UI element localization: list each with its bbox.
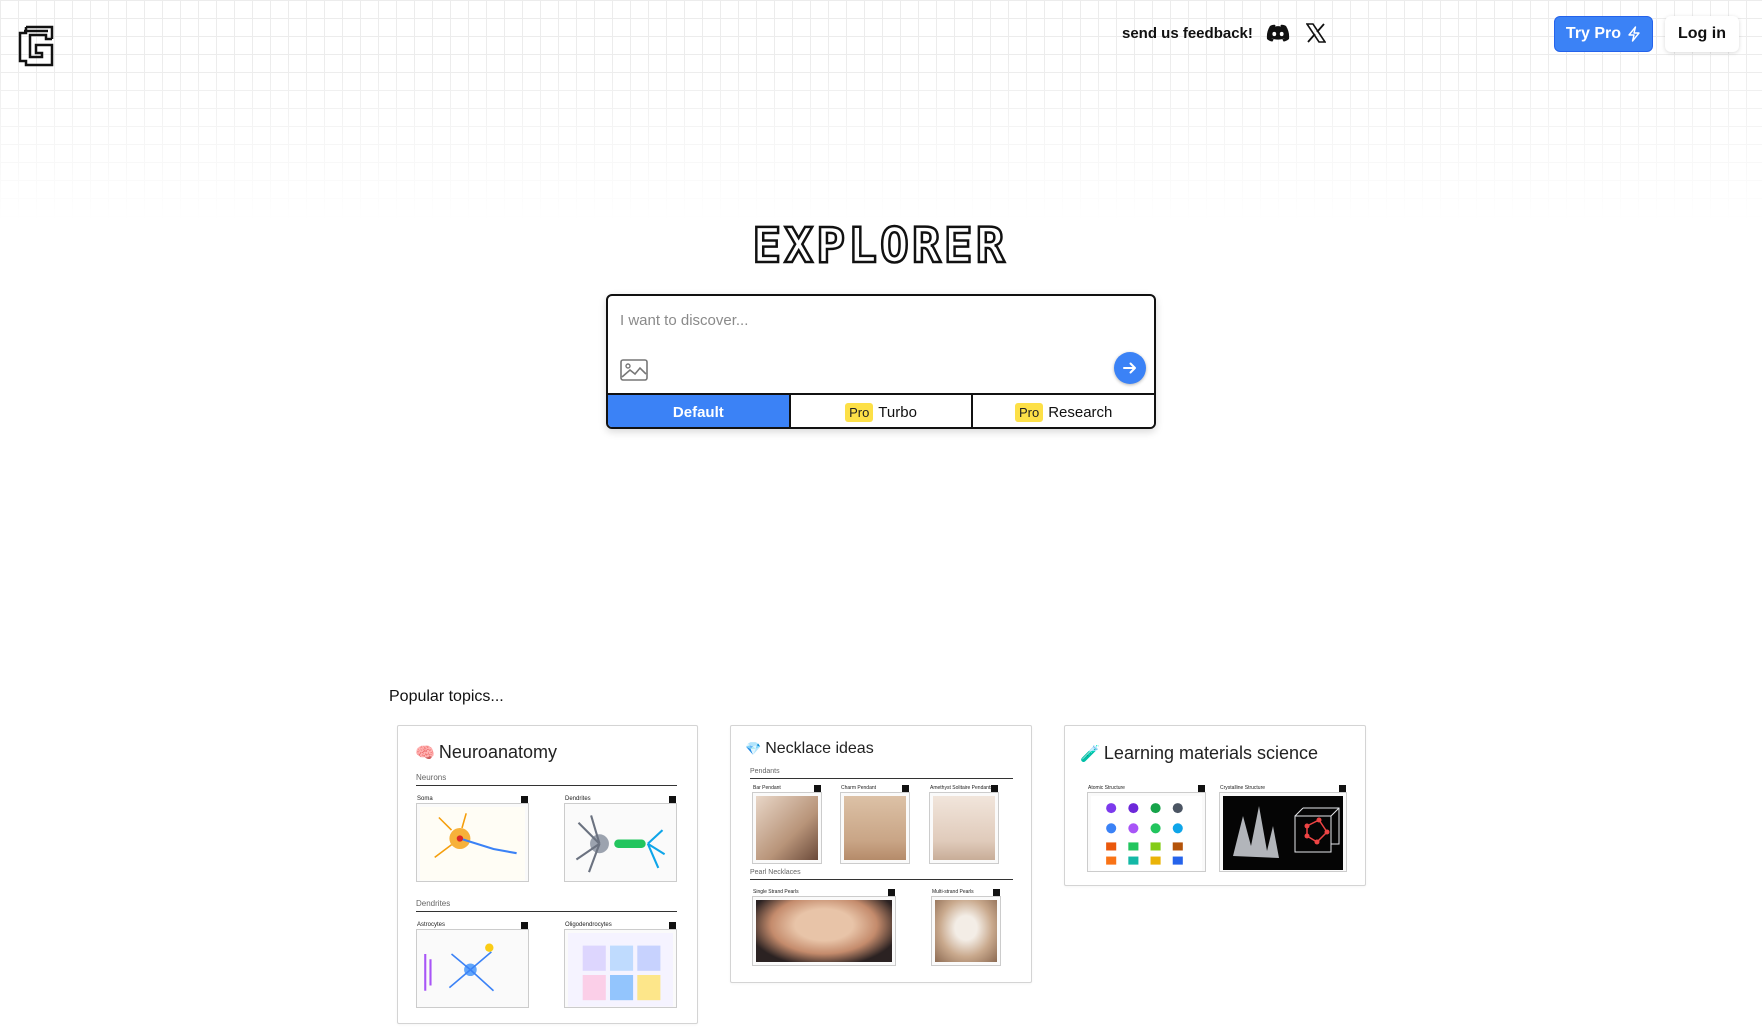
thumbnail: Amethyst Solitaire Pendants <box>929 785 999 864</box>
help-icon <box>1339 785 1346 792</box>
card-title: 🧪 Learning materials science <box>1080 743 1318 764</box>
arrow-right-icon <box>1123 362 1136 374</box>
thumbnail-label: Charm Pendant <box>841 785 877 791</box>
brain-icon: 🧠 <box>415 744 435 762</box>
page: send us feedback! Try Pro Log in EXPLORE… <box>0 0 1762 1029</box>
oligodendrocytes-diagram-image <box>568 933 673 1007</box>
atomic-structure-image <box>1091 796 1202 871</box>
thumbnail-label: Astrocytes <box>417 922 446 928</box>
topic-card-neuroanatomy[interactable]: 🧠 Neuroanatomy Neurons Soma Dendrites De… <box>397 725 698 1024</box>
dendrites-diagram-image <box>568 807 673 881</box>
discord-icon[interactable] <box>1265 22 1291 44</box>
crystalline-structure-image <box>1223 796 1343 870</box>
soma-diagram-image <box>420 807 525 881</box>
thumbnail-label: Amethyst Solitaire Pendants <box>930 785 993 791</box>
thumbnail-label: Bar Pendant <box>753 785 781 791</box>
thumbnail: Dendrites <box>564 796 677 882</box>
help-icon <box>888 889 895 896</box>
page-title: EXPLORER <box>751 224 1007 272</box>
thumbnail: Bar Pendant <box>752 785 822 864</box>
try-pro-label: Try Pro <box>1565 25 1622 42</box>
feedback-link[interactable]: send us feedback! <box>1122 25 1253 42</box>
mode-turbo-tab[interactable]: Pro Turbo <box>788 395 972 427</box>
section-divider <box>750 778 1013 779</box>
section-divider <box>750 879 1013 880</box>
thumbnail-label: Soma <box>417 796 433 802</box>
test-tube-icon: 🧪 <box>1080 745 1100 763</box>
image-upload-icon[interactable] <box>620 359 648 383</box>
help-icon <box>902 785 909 792</box>
mode-label: Default <box>672 403 724 421</box>
topic-card-materials-science[interactable]: 🧪 Learning materials science Atomic Stru… <box>1064 725 1366 886</box>
help-icon <box>521 796 528 803</box>
help-icon <box>669 922 676 929</box>
help-icon <box>991 785 998 792</box>
section-label: Neurons <box>416 773 447 782</box>
gem-icon: 💎 <box>745 741 762 756</box>
single-strand-pearls-image <box>756 900 892 962</box>
page-title-text: EXPLORER <box>752 224 1007 272</box>
lightning-icon <box>1628 26 1640 42</box>
bar-pendant-image <box>756 796 818 860</box>
help-icon <box>814 785 821 792</box>
card-title-text: Necklace ideas <box>765 740 874 757</box>
thumbnail: Atomic Structure <box>1087 785 1206 872</box>
section-label: Pearl Necklaces <box>750 869 801 876</box>
mode-research-tab[interactable]: Pro Research <box>971 395 1154 427</box>
topic-card-necklace-ideas[interactable]: 💎 Necklace ideas Pendants Bar Pendant Ch… <box>730 725 1032 983</box>
thumbnail-label: Oligodendrocytes <box>565 922 612 928</box>
help-icon <box>669 796 676 803</box>
pro-badge: Pro <box>1014 402 1044 422</box>
thumbnail: Multi-strand Pearls <box>931 889 1001 966</box>
mode-label: Turbo <box>878 403 917 421</box>
pro-badge: Pro <box>845 402 874 422</box>
thumbnail: Oligodendrocytes <box>564 922 677 1008</box>
mode-default-tab[interactable]: Default <box>608 395 789 427</box>
search-input[interactable] <box>620 308 1120 332</box>
thumbnail-label: Dendrites <box>565 796 591 802</box>
thumbnail: Astrocytes <box>416 922 529 1008</box>
card-title: 🧠 Neuroanatomy <box>415 742 557 763</box>
amethyst-pendant-image <box>933 796 995 860</box>
section-label: Dendrites <box>416 899 451 908</box>
section-divider <box>416 785 677 786</box>
login-button[interactable]: Log in <box>1665 16 1739 52</box>
mode-label: Research <box>1048 403 1113 421</box>
card-title: 💎 Necklace ideas <box>745 740 874 758</box>
try-pro-button[interactable]: Try Pro <box>1554 16 1653 52</box>
card-title-text: Neuroanatomy <box>438 742 557 762</box>
logo-icon[interactable] <box>18 25 56 67</box>
mode-selector: Default Pro Turbo Pro Research <box>608 393 1154 427</box>
thumbnail: Charm Pendant <box>840 785 910 864</box>
multi-strand-pearls-image <box>935 900 997 962</box>
help-icon <box>993 889 1000 896</box>
card-title-text: Learning materials science <box>1103 743 1319 763</box>
popular-topics-heading: Popular topics... <box>389 688 504 705</box>
thumbnail-label: Single Strand Pearls <box>753 889 799 895</box>
help-icon <box>1198 785 1205 792</box>
thumbnail-label: Multi-strand Pearls <box>932 889 974 895</box>
x-twitter-icon[interactable] <box>1303 22 1329 44</box>
thumbnail-label: Crystalline Structure <box>1220 785 1266 791</box>
thumbnail: Soma <box>416 796 529 882</box>
section-divider <box>416 911 677 912</box>
grid-fade <box>0 60 1762 230</box>
feedback-bar: send us feedback! <box>1122 22 1329 44</box>
search-box: Default Pro Turbo Pro Research <box>606 294 1156 429</box>
astrocytes-diagram-image <box>420 933 525 1007</box>
submit-button[interactable] <box>1114 352 1146 384</box>
section-label: Pendants <box>750 768 780 775</box>
help-icon <box>521 922 528 929</box>
charm-pendant-image <box>844 796 906 860</box>
thumbnail: Crystalline Structure <box>1219 785 1347 872</box>
thumbnail: Single Strand Pearls <box>752 889 896 966</box>
thumbnail-label: Atomic Structure <box>1088 785 1125 791</box>
